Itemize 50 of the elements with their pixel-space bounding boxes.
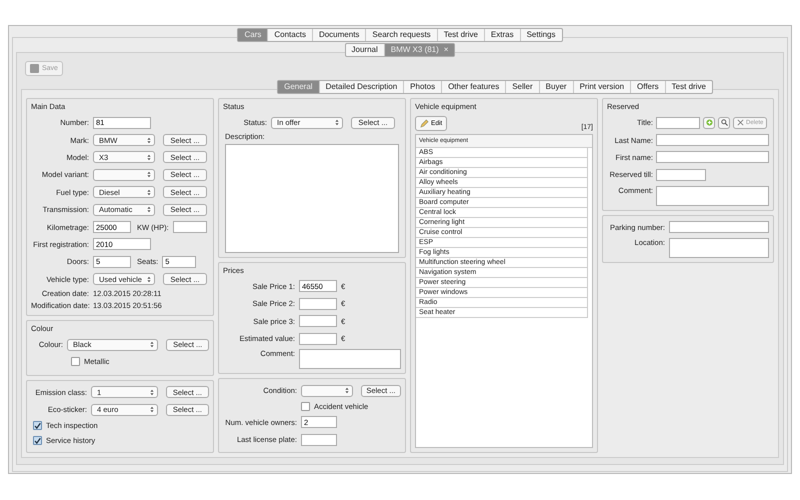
checkbox[interactable] [71, 357, 80, 366]
updown-arrows-icon [147, 206, 151, 214]
input-field[interactable] [299, 298, 337, 310]
section-tab[interactable]: Buyer [540, 81, 574, 93]
checkbox[interactable] [301, 402, 310, 412]
text-area[interactable] [225, 144, 399, 253]
input-field[interactable] [656, 134, 769, 146]
dropdown[interactable] [301, 384, 353, 397]
tab[interactable]: Search requests [366, 29, 438, 41]
updown-arrows-icon [150, 406, 154, 414]
input-field[interactable] [656, 168, 706, 181]
updown-arrows-icon [147, 154, 151, 161]
input-field[interactable] [301, 434, 337, 446]
updown-arrows-icon [147, 171, 151, 178]
section-tab[interactable]: Print version [574, 81, 632, 93]
input-field[interactable] [172, 221, 207, 234]
section-tab[interactable]: Offers [631, 81, 666, 93]
text-area[interactable] [299, 349, 401, 370]
input-field[interactable] [656, 116, 700, 129]
tab[interactable]: Contacts [268, 29, 313, 41]
section-tab[interactable]: Photos [404, 81, 442, 93]
updown-arrows-icon [147, 136, 151, 144]
input-field[interactable] [656, 151, 769, 164]
pencil-icon [420, 119, 429, 128]
updown-arrows-icon [147, 188, 151, 196]
section-tab[interactable]: Test drive [666, 81, 712, 93]
section-tab[interactable]: Other features [442, 81, 506, 93]
tab[interactable]: Test drive [438, 29, 485, 41]
search-button[interactable] [718, 116, 730, 129]
tab[interactable]: Documents [312, 29, 366, 41]
input-field[interactable] [669, 221, 769, 234]
search-icon [720, 119, 728, 126]
updown-arrows-icon [335, 119, 339, 126]
input-field[interactable] [299, 332, 337, 345]
updown-arrows-icon [147, 276, 151, 283]
close-icon [737, 119, 744, 126]
add-icon [706, 119, 712, 126]
checkbox[interactable] [33, 421, 42, 430]
tab[interactable]: Settings [520, 29, 562, 41]
checkbox[interactable] [33, 436, 42, 446]
section-tab[interactable]: Detailed Description [320, 81, 404, 93]
input-field[interactable] [299, 315, 337, 328]
section-tab[interactable]: Seller [506, 81, 540, 93]
updown-arrows-icon [150, 388, 154, 396]
dropdown[interactable] [93, 168, 155, 181]
text-area[interactable] [656, 186, 769, 206]
tab[interactable]: Extras [484, 29, 521, 41]
updown-arrows-icon [344, 387, 349, 394]
text-area[interactable] [669, 238, 769, 258]
updown-arrows-icon [150, 341, 154, 348]
